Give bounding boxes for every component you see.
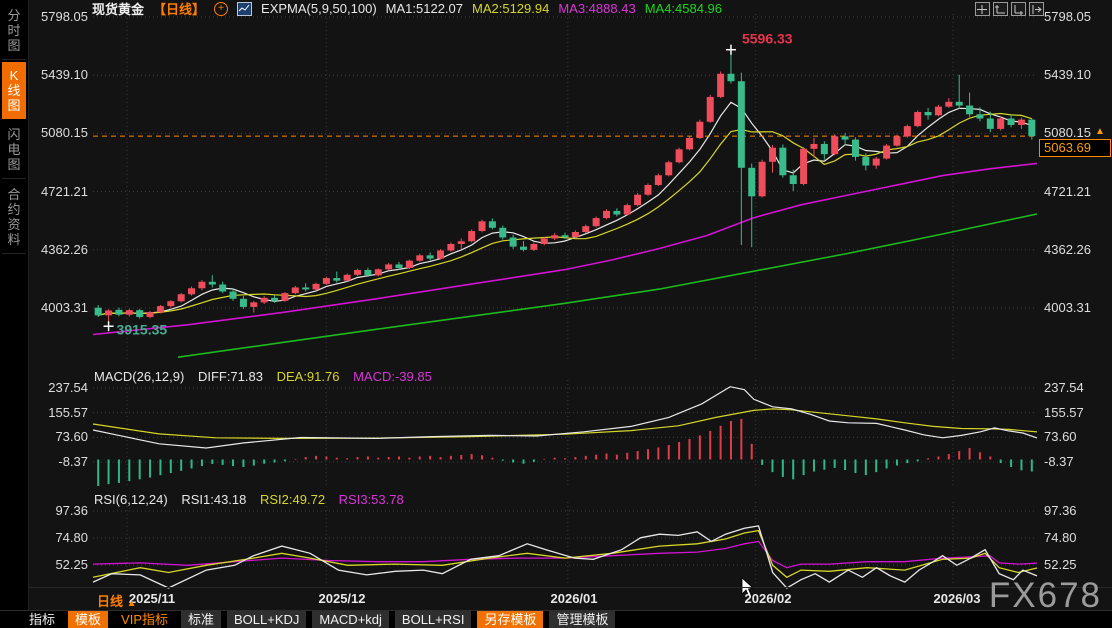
add-indicator-icon[interactable]: + bbox=[214, 2, 228, 16]
x-axis-label-2: 2026/01 bbox=[551, 591, 598, 606]
x-axis-label-1: 2025/12 bbox=[319, 591, 366, 606]
divider bbox=[28, 587, 1112, 588]
ma2-value: MA2:5129.94 bbox=[472, 1, 549, 16]
x-axis-label-4: 2026/03 bbox=[934, 591, 981, 606]
macd-dea-value: DEA:91.76 bbox=[277, 369, 340, 384]
rsi-plot-area[interactable] bbox=[93, 502, 1037, 586]
rsi-axis-label-right: 74.80 bbox=[1044, 530, 1077, 545]
main-axis-label-right: 5798.05 bbox=[1044, 9, 1091, 24]
toolbar-button-2[interactable]: VIP指标 bbox=[114, 611, 175, 628]
sidebar-tab-char: 合 bbox=[2, 187, 26, 202]
sidebar-tab-0[interactable]: 分时图 bbox=[2, 2, 26, 60]
toolbar-button-4[interactable]: BOLL+KDJ bbox=[227, 611, 306, 628]
sidebar-tab-3[interactable]: 合约资料 bbox=[2, 181, 26, 254]
main-axis-label-left: 4362.26 bbox=[41, 242, 88, 257]
ma1-value: MA1:5122.07 bbox=[386, 1, 463, 16]
sidebar-tab-char: 图 bbox=[2, 157, 26, 172]
sidebar-tab-char: 图 bbox=[2, 38, 26, 53]
macd-macd-value: MACD:-39.85 bbox=[353, 369, 432, 384]
main-plot-area[interactable] bbox=[93, 14, 1037, 359]
rsi-axis-label-left: 97.36 bbox=[55, 503, 88, 518]
rsi1-value: RSI1:43.18 bbox=[181, 492, 246, 507]
main-axis-label-right: 4721.21 bbox=[1044, 184, 1091, 199]
indicator-label: EXPMA(5,9,50,100) bbox=[261, 1, 377, 16]
sidebar-tab-char: 图 bbox=[2, 98, 26, 113]
sidebar-tab-1[interactable]: K线图 bbox=[2, 62, 26, 119]
sidebar-tab-char: 闪 bbox=[2, 127, 26, 142]
macd-title: MACD(26,12,9) bbox=[94, 369, 184, 384]
symbol-name: 现货黄金 bbox=[92, 0, 144, 18]
rsi-axis-label-left: 52.25 bbox=[55, 557, 88, 572]
macd-axis-label-left: 155.57 bbox=[48, 405, 88, 420]
macd-axis-label-left: 73.60 bbox=[55, 429, 88, 444]
toolbar-button-3[interactable]: 标准 bbox=[181, 611, 221, 628]
macd-diff-value: DIFF:71.83 bbox=[198, 369, 263, 384]
sidebar-tab-char: 电 bbox=[2, 142, 26, 157]
period-label: 日线 bbox=[97, 594, 123, 609]
main-axis-label-right: 5439.10 bbox=[1044, 67, 1091, 82]
ma3-value: MA3:4888.43 bbox=[558, 1, 635, 16]
rsi-axis-label-left: 74.80 bbox=[55, 530, 88, 545]
main-axis-label-right: 4003.31 bbox=[1044, 300, 1091, 315]
chart-header: 现货黄金 【日线】 + EXPMA(5,9,50,100) MA1:5122.0… bbox=[92, 1, 722, 16]
main-axis-label-left: 4721.21 bbox=[41, 184, 88, 199]
main-axis-label-left: 5080.15 bbox=[41, 125, 88, 140]
rsi-title: RSI(6,12,24) bbox=[94, 492, 168, 507]
chevron-up-icon: ▲ bbox=[127, 598, 137, 609]
macd-axis-label-left: -8.37 bbox=[58, 454, 88, 469]
sidebar-tab-2[interactable]: 闪电图 bbox=[2, 121, 26, 179]
ma4-value: MA4:4584.96 bbox=[645, 1, 722, 16]
bottom-toolbar: 指标模板 VIP指标标准 BOLL+KDJ MACD+kdj BOLL+RSI 另存模板管… bbox=[0, 610, 1112, 628]
sidebar-tab-char: 线 bbox=[2, 83, 26, 98]
sidebar-tab-char: K bbox=[2, 68, 26, 83]
toolbar-button-6[interactable]: BOLL+RSI bbox=[395, 611, 472, 628]
toolbar-button-8[interactable]: 管理模板 bbox=[549, 611, 615, 628]
main-axis-label-right: 4362.26 bbox=[1044, 242, 1091, 257]
sidebar-tab-char: 料 bbox=[2, 232, 26, 247]
toolbar-button-5[interactable]: MACD+kdj bbox=[312, 611, 389, 628]
rsi3-value: RSI3:53.78 bbox=[339, 492, 404, 507]
main-axis-label-left: 4003.31 bbox=[41, 300, 88, 315]
sidebar-tab-char: 约 bbox=[2, 202, 26, 217]
x-axis-scale-icon[interactable] bbox=[1011, 2, 1026, 16]
current-price-tag: 5063.69 bbox=[1039, 139, 1111, 157]
exit-chart-icon[interactable] bbox=[1029, 2, 1044, 16]
sidebar-tab-char: 时 bbox=[2, 23, 26, 38]
left-sidebar: 分时图K线图闪电图合约资料 bbox=[0, 0, 29, 628]
macd-panel-title: MACD(26,12,9) DIFF:71.83 DEA:91.76 MACD:… bbox=[94, 369, 442, 384]
toolbar-button-7[interactable]: 另存模板 bbox=[477, 611, 543, 628]
chart-toolbar-icons bbox=[975, 2, 1044, 16]
sidebar-tab-char: 资 bbox=[2, 217, 26, 232]
rsi-axis-label-right: 52.25 bbox=[1044, 557, 1077, 572]
crosshair-icon[interactable] bbox=[975, 2, 990, 16]
macd-axis-label-right: 73.60 bbox=[1044, 429, 1077, 444]
candlestick-chart-icon[interactable] bbox=[237, 2, 252, 16]
macd-axis-label-right: 237.54 bbox=[1044, 380, 1084, 395]
period-tag[interactable]: 【日线】 bbox=[153, 0, 205, 18]
macd-axis-label-right: -8.37 bbox=[1044, 454, 1074, 469]
rsi-axis-label-right: 97.36 bbox=[1044, 503, 1077, 518]
sidebar-tab-char: 分 bbox=[2, 8, 26, 23]
macd-plot-area[interactable] bbox=[93, 380, 1037, 488]
toolbar-button-1[interactable]: 模板 bbox=[68, 611, 108, 628]
x-axis-label-3: 2026/02 bbox=[745, 591, 792, 606]
macd-axis-label-right: 155.57 bbox=[1044, 405, 1084, 420]
price-arrow-icon: ▲ bbox=[1095, 126, 1105, 137]
rsi2-value: RSI2:49.72 bbox=[260, 492, 325, 507]
main-axis-label-left: 5439.10 bbox=[41, 67, 88, 82]
period-selector[interactable]: 日线 ▲ bbox=[97, 591, 137, 610]
macd-axis-label-left: 237.54 bbox=[48, 380, 88, 395]
main-axis-label-left: 5798.05 bbox=[41, 9, 88, 24]
toolbar-button-0[interactable]: 指标 bbox=[22, 611, 62, 628]
chart-app: 5596.333915.35 现货黄金 【日线】 + EXPMA(5,9,50,… bbox=[0, 0, 1112, 628]
rsi-panel-title: RSI(6,12,24) RSI1:43.18 RSI2:49.72 RSI3:… bbox=[94, 492, 414, 507]
chart-canvas[interactable]: 5596.333915.35 bbox=[0, 0, 1112, 628]
y-axis-scale-icon[interactable] bbox=[993, 2, 1008, 16]
